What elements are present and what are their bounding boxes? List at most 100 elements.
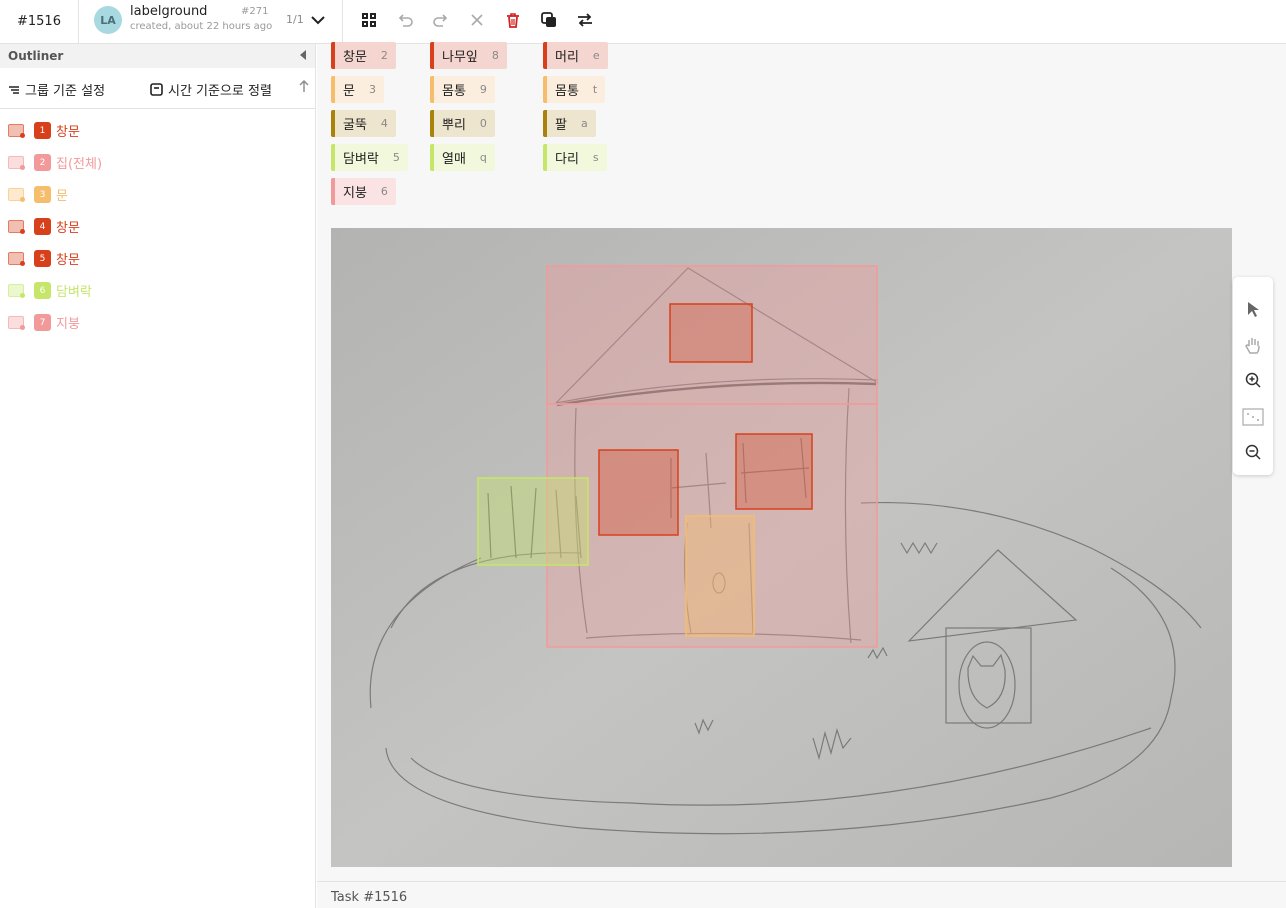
- class-chip[interactable]: 굴뚝 4: [331, 110, 396, 137]
- grid-icon[interactable]: [359, 10, 379, 30]
- class-label: 열매: [442, 152, 466, 167]
- task-id: #1516: [0, 0, 79, 43]
- class-color-bar: [331, 178, 335, 205]
- item-label: 창문: [56, 221, 80, 236]
- class-chip[interactable]: 몸통 t: [543, 76, 606, 103]
- class-shortcut: 6: [380, 185, 388, 198]
- user-name: labelground: [130, 4, 208, 19]
- list-icon: [9, 85, 19, 94]
- class-chip[interactable]: 문3: [331, 76, 384, 103]
- close-icon[interactable]: [467, 10, 487, 30]
- divider: [342, 0, 343, 43]
- item-number: 5: [34, 250, 51, 267]
- item-label: 창문: [56, 253, 80, 268]
- class-label: 뿌리: [442, 118, 466, 133]
- main-area: 창문 2 문 3 굴뚝 4 담벼락 5 지붕 6 나무잎 8 몸통 9 뿌리 0 열매 q 머리 e 몸통 t 팔 a 다리 s: [317, 42, 1286, 908]
- fit-icon[interactable]: [1241, 405, 1265, 429]
- top-bar: #1516 LA labelground created, about 22 h…: [0, 0, 1286, 44]
- class-chip[interactable]: 뿌리 0: [430, 110, 495, 137]
- class-shortcut: 3: [368, 83, 376, 96]
- class-chip[interactable]: 몸통 9: [430, 76, 495, 103]
- outliner-item[interactable]: 3문: [0, 179, 315, 211]
- thumbnail-icon: [8, 220, 25, 234]
- class-chip[interactable]: 나무잎 8: [430, 42, 507, 69]
- class-label: 나무잎: [442, 50, 478, 65]
- item-label: 집(전체): [56, 157, 103, 172]
- outliner-panel: Outliner 그룹 기준 설정 시간 기준으로 정렬 1 창문 2 집(전체) 3 문…: [0, 44, 316, 908]
- sort-label: 시간 기준으로 정렬: [168, 84, 272, 99]
- class-color-bar: [543, 144, 547, 171]
- zoom-out-icon[interactable]: [1241, 440, 1265, 464]
- outliner-title: Outliner: [8, 49, 64, 63]
- delete-icon[interactable]: [503, 10, 523, 30]
- class-color-bar: [331, 110, 335, 137]
- item-label: 담벼락: [56, 285, 92, 300]
- item-label: 문: [56, 189, 68, 204]
- group-setting-label: 그룹 기준 설정: [25, 84, 106, 99]
- outliner-item[interactable]: 6 담벼락: [0, 275, 315, 307]
- class-label: 다리: [555, 152, 579, 167]
- outliner-item[interactable]: 7 지붕: [0, 307, 315, 339]
- class-shortcut: 4: [380, 117, 388, 130]
- class-color-bar: [430, 110, 434, 137]
- class-color-bar: [331, 42, 335, 69]
- class-label: 지붕: [343, 186, 367, 201]
- redo-icon[interactable]: [431, 10, 451, 30]
- class-shortcut: q: [479, 151, 487, 164]
- item-number: 7: [34, 314, 51, 331]
- class-chip[interactable]: 지붕 6: [331, 178, 396, 205]
- zoom-in-icon[interactable]: [1241, 368, 1265, 392]
- class-color-bar: [430, 42, 434, 69]
- item-label: 지붕: [56, 317, 80, 332]
- class-color-bar: [331, 144, 335, 171]
- class-color-bar: [543, 42, 547, 69]
- class-chip[interactable]: 팔a: [543, 110, 596, 137]
- drawing-image: [331, 228, 1232, 867]
- annotation-id: #271: [241, 6, 269, 17]
- sort-by-time-button[interactable]: 시간 기준으로 정렬: [150, 80, 272, 99]
- class-shortcut: 2: [380, 49, 388, 62]
- thumbnail-icon: [8, 316, 25, 330]
- item-number: 4: [34, 218, 51, 235]
- undo-icon[interactable]: [395, 10, 415, 30]
- outliner-item[interactable]: 4 창문: [0, 211, 315, 243]
- class-chip[interactable]: 담벼락 5: [331, 144, 408, 171]
- image-canvas[interactable]: [331, 228, 1232, 867]
- class-label: 담벼락: [343, 152, 379, 167]
- class-color-bar: [430, 144, 434, 171]
- outliner-item[interactable]: 5 창문: [0, 243, 315, 275]
- thumbnail-icon: [8, 188, 25, 202]
- chevron-down-icon[interactable]: [308, 10, 328, 30]
- class-label: 문: [343, 84, 355, 99]
- outliner-item[interactable]: 1 창문: [0, 115, 315, 147]
- outliner-item[interactable]: 2 집(전체): [0, 147, 315, 179]
- class-shortcut: 9: [479, 83, 487, 96]
- footer: Task #1516: [317, 881, 1286, 908]
- class-label: 몸통: [442, 84, 466, 99]
- class-label: 굴뚝: [343, 118, 367, 133]
- item-number: 1: [34, 122, 51, 139]
- hand-icon[interactable]: [1241, 334, 1265, 358]
- class-label: 팔: [555, 118, 567, 133]
- pointer-icon[interactable]: [1241, 297, 1265, 321]
- class-chip[interactable]: 다리 s: [543, 144, 607, 171]
- copy-icon[interactable]: [539, 10, 559, 30]
- class-color-bar: [331, 76, 335, 103]
- class-chip[interactable]: 머리 e: [543, 42, 608, 69]
- class-shortcut: t: [592, 83, 598, 96]
- arrow-up-icon[interactable]: [299, 80, 309, 97]
- class-shortcut: a: [580, 117, 588, 130]
- group-setting-button[interactable]: 그룹 기준 설정: [8, 80, 105, 99]
- viewer-tools: [1233, 277, 1273, 475]
- class-chip[interactable]: 열매 q: [430, 144, 495, 171]
- collapse-icon[interactable]: [299, 49, 307, 63]
- outliner-header: Outliner: [0, 44, 315, 68]
- thumbnail-icon: [8, 284, 25, 298]
- swap-icon[interactable]: [575, 10, 595, 30]
- class-shortcut: s: [592, 151, 599, 164]
- item-number: 6: [34, 282, 51, 299]
- avatar[interactable]: LA: [94, 6, 122, 34]
- class-chip[interactable]: 창문 2: [331, 42, 396, 69]
- thumbnail-icon: [8, 156, 25, 170]
- outliner-tools: 그룹 기준 설정 시간 기준으로 정렬: [0, 68, 315, 109]
